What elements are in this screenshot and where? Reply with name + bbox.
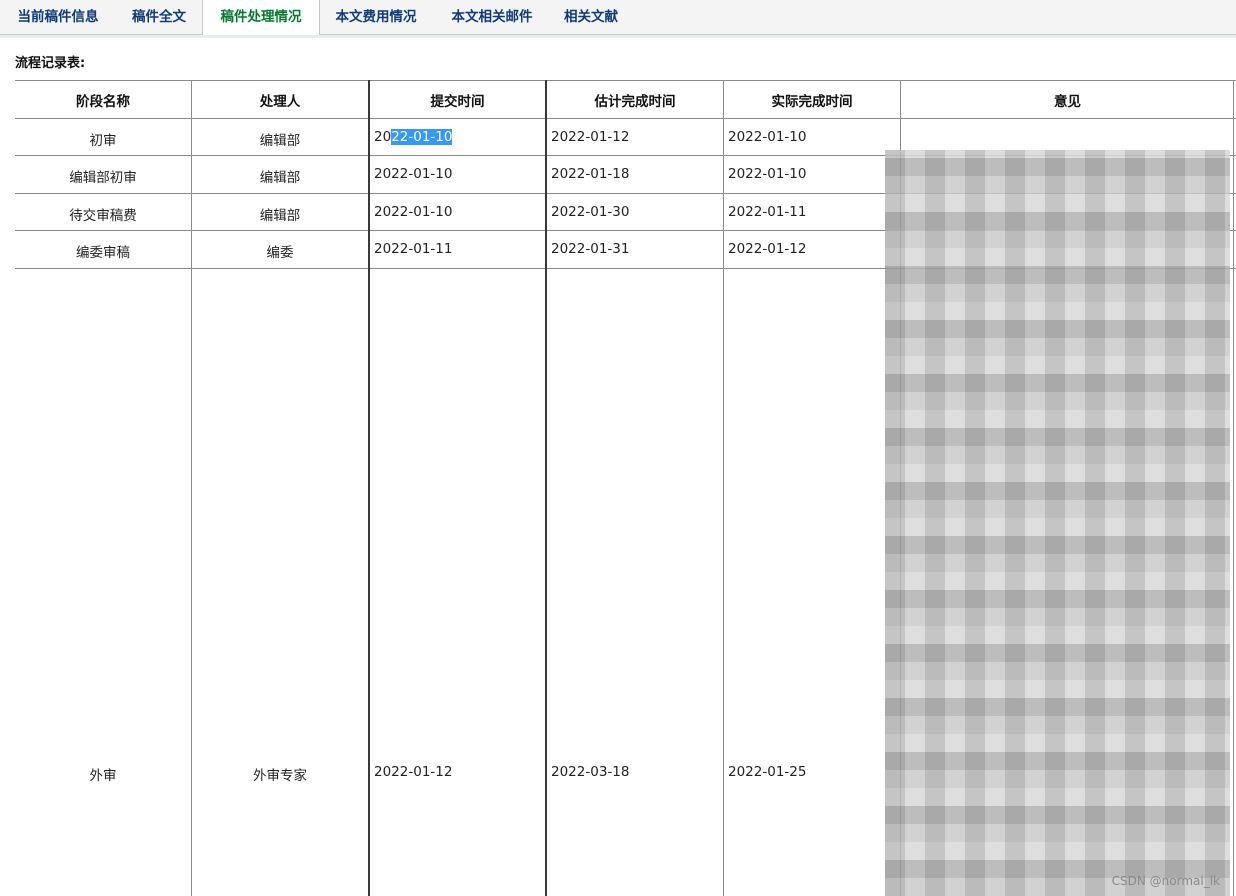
header-submit-time: 提交时间	[430, 94, 485, 110]
row4-submit-time: 2022-01-11	[374, 241, 453, 257]
tab-full-text[interactable]: 稿件全文	[119, 0, 199, 34]
row1-submit-selected: 22-01-10	[391, 129, 453, 145]
row3-submit-time: 2022-01-10	[374, 204, 453, 220]
row4-handler: 编委	[266, 245, 294, 261]
row1-estimate: 2022-01-12	[551, 129, 630, 145]
tab-related-literature[interactable]: 相关文献	[555, 0, 627, 34]
row2-stage: 编辑部初审	[69, 170, 137, 186]
row4-estimate: 2022-01-31	[551, 241, 630, 257]
row5-actual: 2022-01-25	[728, 764, 807, 780]
table-col-divider	[1233, 80, 1234, 896]
header-handler: 处理人	[259, 94, 301, 110]
row1-submit-prefix: 20	[374, 129, 392, 145]
tab-processing-status[interactable]: 稿件处理情况	[202, 0, 320, 35]
tab-fees[interactable]: 本文费用情况	[322, 0, 430, 34]
redacted-comments-mosaic	[885, 150, 1230, 896]
row1-handler: 编辑部	[259, 133, 301, 149]
row2-actual: 2022-01-10	[728, 166, 807, 182]
row2-handler: 编辑部	[259, 170, 301, 186]
header-estimated-completion: 估计完成时间	[594, 94, 676, 110]
tab-bar: 当前稿件信息 稿件全文 稿件处理情况 本文费用情况 本文相关邮件 相关文献	[0, 0, 1236, 35]
tab-underline	[0, 35, 1236, 38]
row5-submit-time: 2022-01-12	[374, 764, 453, 780]
row3-stage: 待交审稿费	[69, 208, 137, 224]
row5-stage: 外审	[89, 768, 117, 784]
row3-handler: 编辑部	[259, 208, 301, 224]
row5-handler: 外审专家	[253, 768, 307, 784]
table-col-divider	[723, 80, 724, 896]
header-actual-completion: 实际完成时间	[771, 94, 853, 110]
row2-estimate: 2022-01-18	[551, 166, 630, 182]
header-comments: 意见	[1054, 94, 1081, 110]
header-stage: 阶段名称	[76, 94, 130, 110]
table-border-top	[15, 80, 1236, 81]
tab-current-manuscript-info[interactable]: 当前稿件信息	[5, 0, 111, 34]
table-row-divider	[15, 118, 1236, 119]
section-title: 流程记录表:	[15, 56, 86, 71]
row2-submit-time: 2022-01-10	[374, 166, 453, 182]
tab-emails[interactable]: 本文相关邮件	[438, 0, 546, 34]
row4-actual: 2022-01-12	[728, 241, 807, 257]
row1-stage: 初审	[89, 133, 117, 149]
row4-stage: 编委审稿	[76, 245, 130, 261]
row3-estimate: 2022-01-30	[551, 204, 630, 220]
row5-estimate: 2022-03-18	[551, 764, 630, 780]
row3-actual: 2022-01-11	[728, 204, 807, 220]
table-col-divider	[545, 80, 547, 896]
row1-submit-time[interactable]: 2022-01-10	[374, 129, 453, 145]
table-col-divider	[368, 80, 370, 896]
row1-actual: 2022-01-10	[728, 129, 807, 145]
watermark: CSDN @normal_lk	[1111, 874, 1220, 888]
